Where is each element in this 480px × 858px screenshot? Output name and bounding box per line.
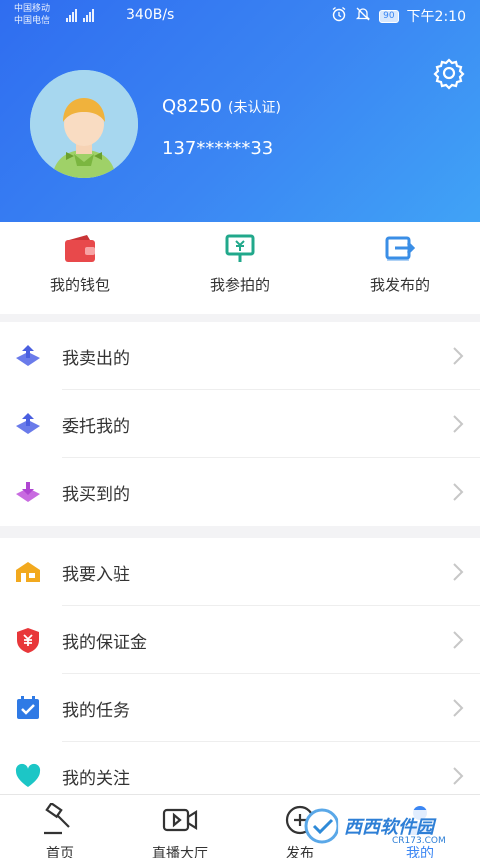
- gear-icon: [433, 58, 465, 90]
- username-text: Q8250: [162, 96, 222, 117]
- menu-item-join[interactable]: 我要入驻: [0, 538, 480, 606]
- quick-action-wallet[interactable]: 我的钱包: [0, 222, 160, 314]
- upload-tray-icon: [16, 345, 40, 366]
- nav-home[interactable]: 首页: [0, 795, 120, 858]
- network-speed: 340B/s: [126, 7, 175, 23]
- menu-item-label: 我要入驻: [62, 565, 130, 585]
- mute-icon: [355, 6, 371, 26]
- verify-status[interactable]: (未认证): [228, 100, 281, 116]
- heart-icon: [15, 763, 41, 787]
- phone-number: 137******33: [162, 138, 274, 159]
- carrier-2: 中国电信: [14, 16, 51, 26]
- user-avatar-icon: [30, 70, 138, 178]
- clock-time: 下午2:10: [406, 9, 466, 25]
- watermark-logo: 西西软件园 CR173.COM: [300, 800, 460, 850]
- menu-item-bought[interactable]: 我买到的: [0, 458, 480, 526]
- nav-label: 直播大厅: [152, 846, 208, 858]
- quick-action-label: 我的钱包: [49, 276, 110, 294]
- chevron-right-icon: [453, 563, 464, 581]
- status-bar: 中国移动 中国电信 340B/s 90 下午2:10: [0, 0, 480, 34]
- calendar-check-icon: [17, 696, 39, 719]
- quick-action-auctions[interactable]: 我参拍的: [160, 222, 320, 314]
- menu-group-orders: 我卖出的 委托我的 我买到的: [0, 322, 480, 526]
- menu-item-label: 委托我的: [62, 417, 130, 437]
- carrier-names: 中国移动 中国电信: [14, 3, 50, 27]
- gavel-icon: [44, 803, 70, 835]
- publish-icon: [385, 236, 416, 261]
- shop-icon: [16, 562, 40, 582]
- profile-header: 中国移动 中国电信 340B/s 90 下午2:10 Q8250 (未认证) 1…: [0, 0, 480, 222]
- alarm-icon: [331, 6, 347, 26]
- chevron-right-icon: [453, 767, 464, 785]
- menu-item-entrusted[interactable]: 委托我的: [0, 390, 480, 458]
- menu-item-label: 我的保证金: [62, 633, 147, 653]
- download-tray-icon: [16, 482, 40, 502]
- chevron-right-icon: [453, 699, 464, 717]
- menu-item-label: 我的任务: [62, 701, 130, 721]
- menu-item-label: 我的关注: [62, 769, 130, 789]
- battery-icon: 90: [379, 9, 399, 23]
- chevron-right-icon: [453, 347, 464, 365]
- menu-item-tasks[interactable]: 我的任务: [0, 674, 480, 742]
- auction-screen-icon: [225, 234, 255, 262]
- signal-icon: [66, 8, 94, 22]
- watermark-subtext: CR173.COM: [392, 836, 446, 846]
- nav-label: 首页: [46, 846, 74, 858]
- nav-live-hall[interactable]: 直播大厅: [120, 795, 240, 858]
- chevron-right-icon: [453, 631, 464, 649]
- deposit-shield-icon: [17, 628, 39, 653]
- menu-group-account: 我要入驻 我的保证金 我的任务 我的关注: [0, 538, 480, 794]
- username: Q8250 (未认证): [162, 96, 281, 117]
- chevron-right-icon: [453, 483, 464, 501]
- avatar[interactable]: [30, 70, 138, 178]
- carrier-1: 中国移动: [14, 4, 51, 14]
- quick-action-published[interactable]: 我发布的: [320, 222, 480, 314]
- quick-action-label: 我发布的: [369, 276, 430, 294]
- upload-tray-icon: [16, 413, 40, 434]
- quick-action-label: 我参拍的: [209, 276, 270, 294]
- menu-item-sold[interactable]: 我卖出的: [0, 322, 480, 390]
- settings-button[interactable]: [432, 56, 466, 90]
- video-camera-icon: [162, 808, 198, 832]
- quick-actions: 我的钱包 我参拍的 我发布的: [0, 222, 480, 314]
- menu-item-label: 我买到的: [62, 485, 130, 505]
- chevron-right-icon: [453, 415, 464, 433]
- menu-item-label: 我卖出的: [62, 349, 130, 369]
- wallet-icon: [65, 235, 95, 262]
- menu-item-deposit[interactable]: 我的保证金: [0, 606, 480, 674]
